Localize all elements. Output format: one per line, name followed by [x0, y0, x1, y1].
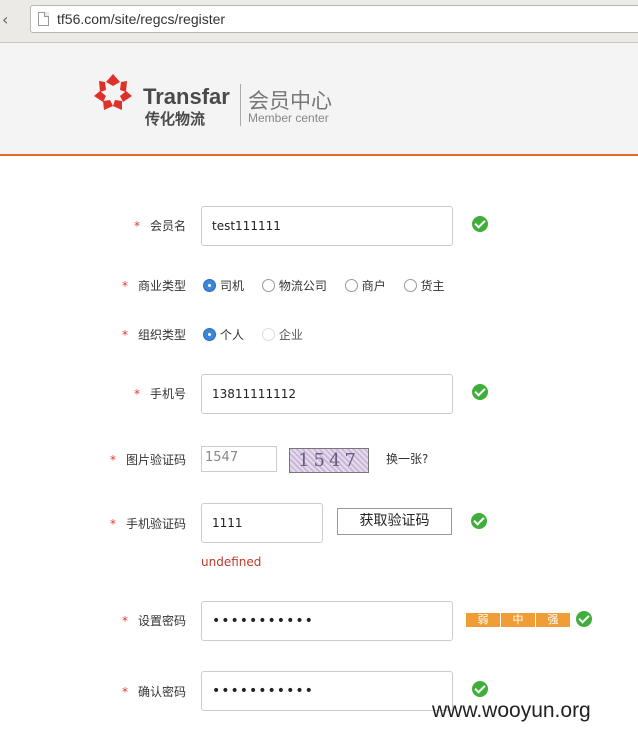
password-input[interactable]: •••••••••••: [201, 601, 453, 641]
radio-individual[interactable]: 个人: [203, 326, 244, 343]
brand-name-cn: 传化物流: [145, 110, 206, 128]
sms-code-input[interactable]: 1111: [201, 503, 323, 543]
radio-unchecked-icon: [261, 279, 275, 292]
transfar-logo-icon: [94, 74, 132, 110]
brand-name-en: Transfar: [143, 84, 230, 109]
member-name-input[interactable]: test111111: [201, 206, 453, 246]
captcha-image[interactable]: 1547: [289, 448, 369, 473]
phone-input[interactable]: 13811111112: [201, 374, 453, 414]
browser-toolbar: ‹ tf56.com/site/regcs/register: [0, 0, 638, 43]
logo-divider: [240, 84, 241, 126]
radio-unchecked-icon: [261, 328, 275, 341]
valid-check-icon: [472, 384, 488, 400]
required-mark: *: [133, 219, 140, 233]
back-icon[interactable]: ‹: [2, 10, 8, 29]
radio-checked-icon: [203, 328, 216, 341]
url-text[interactable]: tf56.com/site/regcs/register: [57, 11, 225, 27]
image-captcha-input[interactable]: 1547: [201, 446, 277, 472]
password-label: * 设置密码: [121, 614, 186, 628]
business-type-label: * 商业类型: [121, 279, 186, 293]
radio-enterprise[interactable]: 企业: [261, 326, 303, 343]
page-icon: [38, 12, 49, 26]
valid-check-icon: [472, 216, 488, 232]
valid-check-icon: [576, 611, 592, 627]
valid-check-icon: [472, 681, 488, 697]
strength-medium: 中: [501, 613, 536, 627]
radio-driver[interactable]: 司机: [203, 277, 244, 294]
refresh-captcha-link[interactable]: 换一张?: [386, 450, 428, 467]
image-captcha-label: * 图片验证码: [109, 453, 186, 467]
strength-weak: 弱: [466, 613, 501, 627]
radio-unchecked-icon: [344, 279, 358, 292]
member-center-subtitle: Member center: [248, 111, 329, 125]
get-sms-code-button[interactable]: 获取验证码: [337, 508, 452, 535]
business-type-radio-group: 司机 物流公司 商户 货主: [203, 277, 453, 295]
org-type-radio-group: 个人 企业: [203, 326, 311, 344]
valid-check-icon: [471, 513, 487, 529]
confirm-password-input[interactable]: •••••••••••: [201, 671, 453, 711]
strength-strong: 强: [536, 613, 570, 627]
confirm-password-label: * 确认密码: [121, 685, 186, 699]
radio-logistics-company[interactable]: 物流公司: [261, 277, 327, 294]
radio-checked-icon: [203, 279, 216, 292]
password-strength-meter: 弱 中 强: [466, 613, 570, 627]
sms-error-text: undefined: [201, 555, 262, 569]
member-name-label: * 会员名: [133, 219, 186, 233]
radio-unchecked-icon: [403, 279, 417, 292]
address-bar[interactable]: tf56.com/site/regcs/register: [30, 5, 638, 33]
radio-merchant[interactable]: 商户: [344, 277, 386, 294]
watermark-text: www.wooyun.org: [432, 699, 591, 722]
phone-label: * 手机号: [133, 387, 186, 401]
radio-shipper[interactable]: 货主: [403, 277, 445, 294]
sms-code-label: * 手机验证码: [109, 517, 186, 531]
org-type-label: * 组织类型: [121, 328, 186, 342]
